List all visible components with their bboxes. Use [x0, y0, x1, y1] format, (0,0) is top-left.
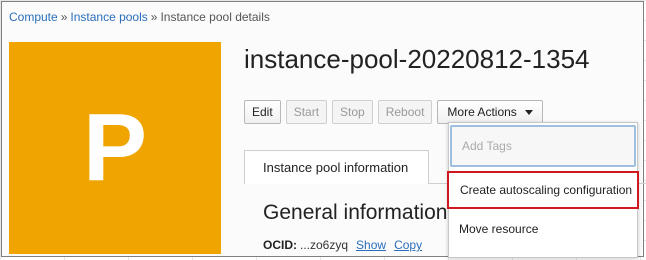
- start-button[interactable]: Start: [285, 100, 328, 124]
- ocid-label: OCID:: [263, 238, 297, 252]
- avatar-letter: P: [82, 94, 148, 201]
- edit-button[interactable]: Edit: [244, 100, 281, 124]
- breadcrumb-instance-pools[interactable]: Instance pools: [70, 10, 147, 24]
- more-actions-menu: Add Tags Create autoscaling configuratio…: [447, 122, 639, 258]
- stop-button[interactable]: Stop: [332, 100, 373, 124]
- breadcrumb-separator: »: [150, 10, 158, 24]
- menu-item-create-autoscaling-configuration[interactable]: Create autoscaling configuration: [447, 171, 639, 209]
- breadcrumb-current: Instance pool details: [160, 10, 270, 24]
- breadcrumb-separator: »: [60, 10, 68, 24]
- menu-item-move-resource[interactable]: Move resource: [449, 211, 637, 247]
- instance-pool-avatar: P: [9, 42, 221, 254]
- action-toolbar: Edit Start Stop Reboot More Actions: [244, 100, 543, 124]
- menu-item-add-tags[interactable]: Add Tags: [450, 125, 636, 167]
- ocid-copy-link[interactable]: Copy: [394, 238, 422, 252]
- more-actions-label: More Actions: [447, 105, 517, 119]
- section-title: General information: [263, 201, 448, 224]
- page-title: instance-pool-20220812-1354: [244, 44, 590, 74]
- caret-down-icon: [524, 109, 533, 115]
- ocid-value: ...zo6zyq: [300, 238, 349, 252]
- more-actions-button[interactable]: More Actions: [437, 100, 543, 124]
- tab-instance-pool-information[interactable]: Instance pool information: [244, 150, 429, 184]
- ocid-show-link[interactable]: Show: [356, 238, 386, 252]
- breadcrumb: Compute» Instance pools» Instance pool det…: [9, 10, 270, 24]
- reboot-button[interactable]: Reboot: [377, 100, 433, 124]
- breadcrumb-compute[interactable]: Compute: [9, 10, 58, 24]
- ocid-row: OCID: ...zo6zyq Show Copy: [263, 238, 422, 252]
